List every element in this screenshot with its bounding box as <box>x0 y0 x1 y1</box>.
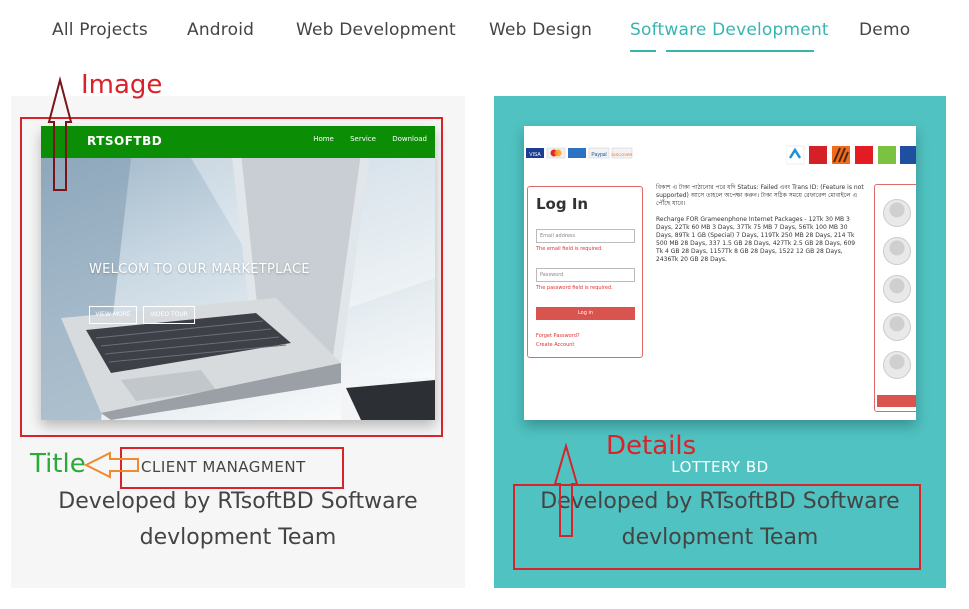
title-left-arrow <box>83 451 139 479</box>
image-up-arrow <box>47 76 73 191</box>
details-up-arrow <box>553 442 579 537</box>
annotation-arrows <box>47 76 579 537</box>
portfolio-page: All Projects Android Web Development Web… <box>0 0 969 609</box>
